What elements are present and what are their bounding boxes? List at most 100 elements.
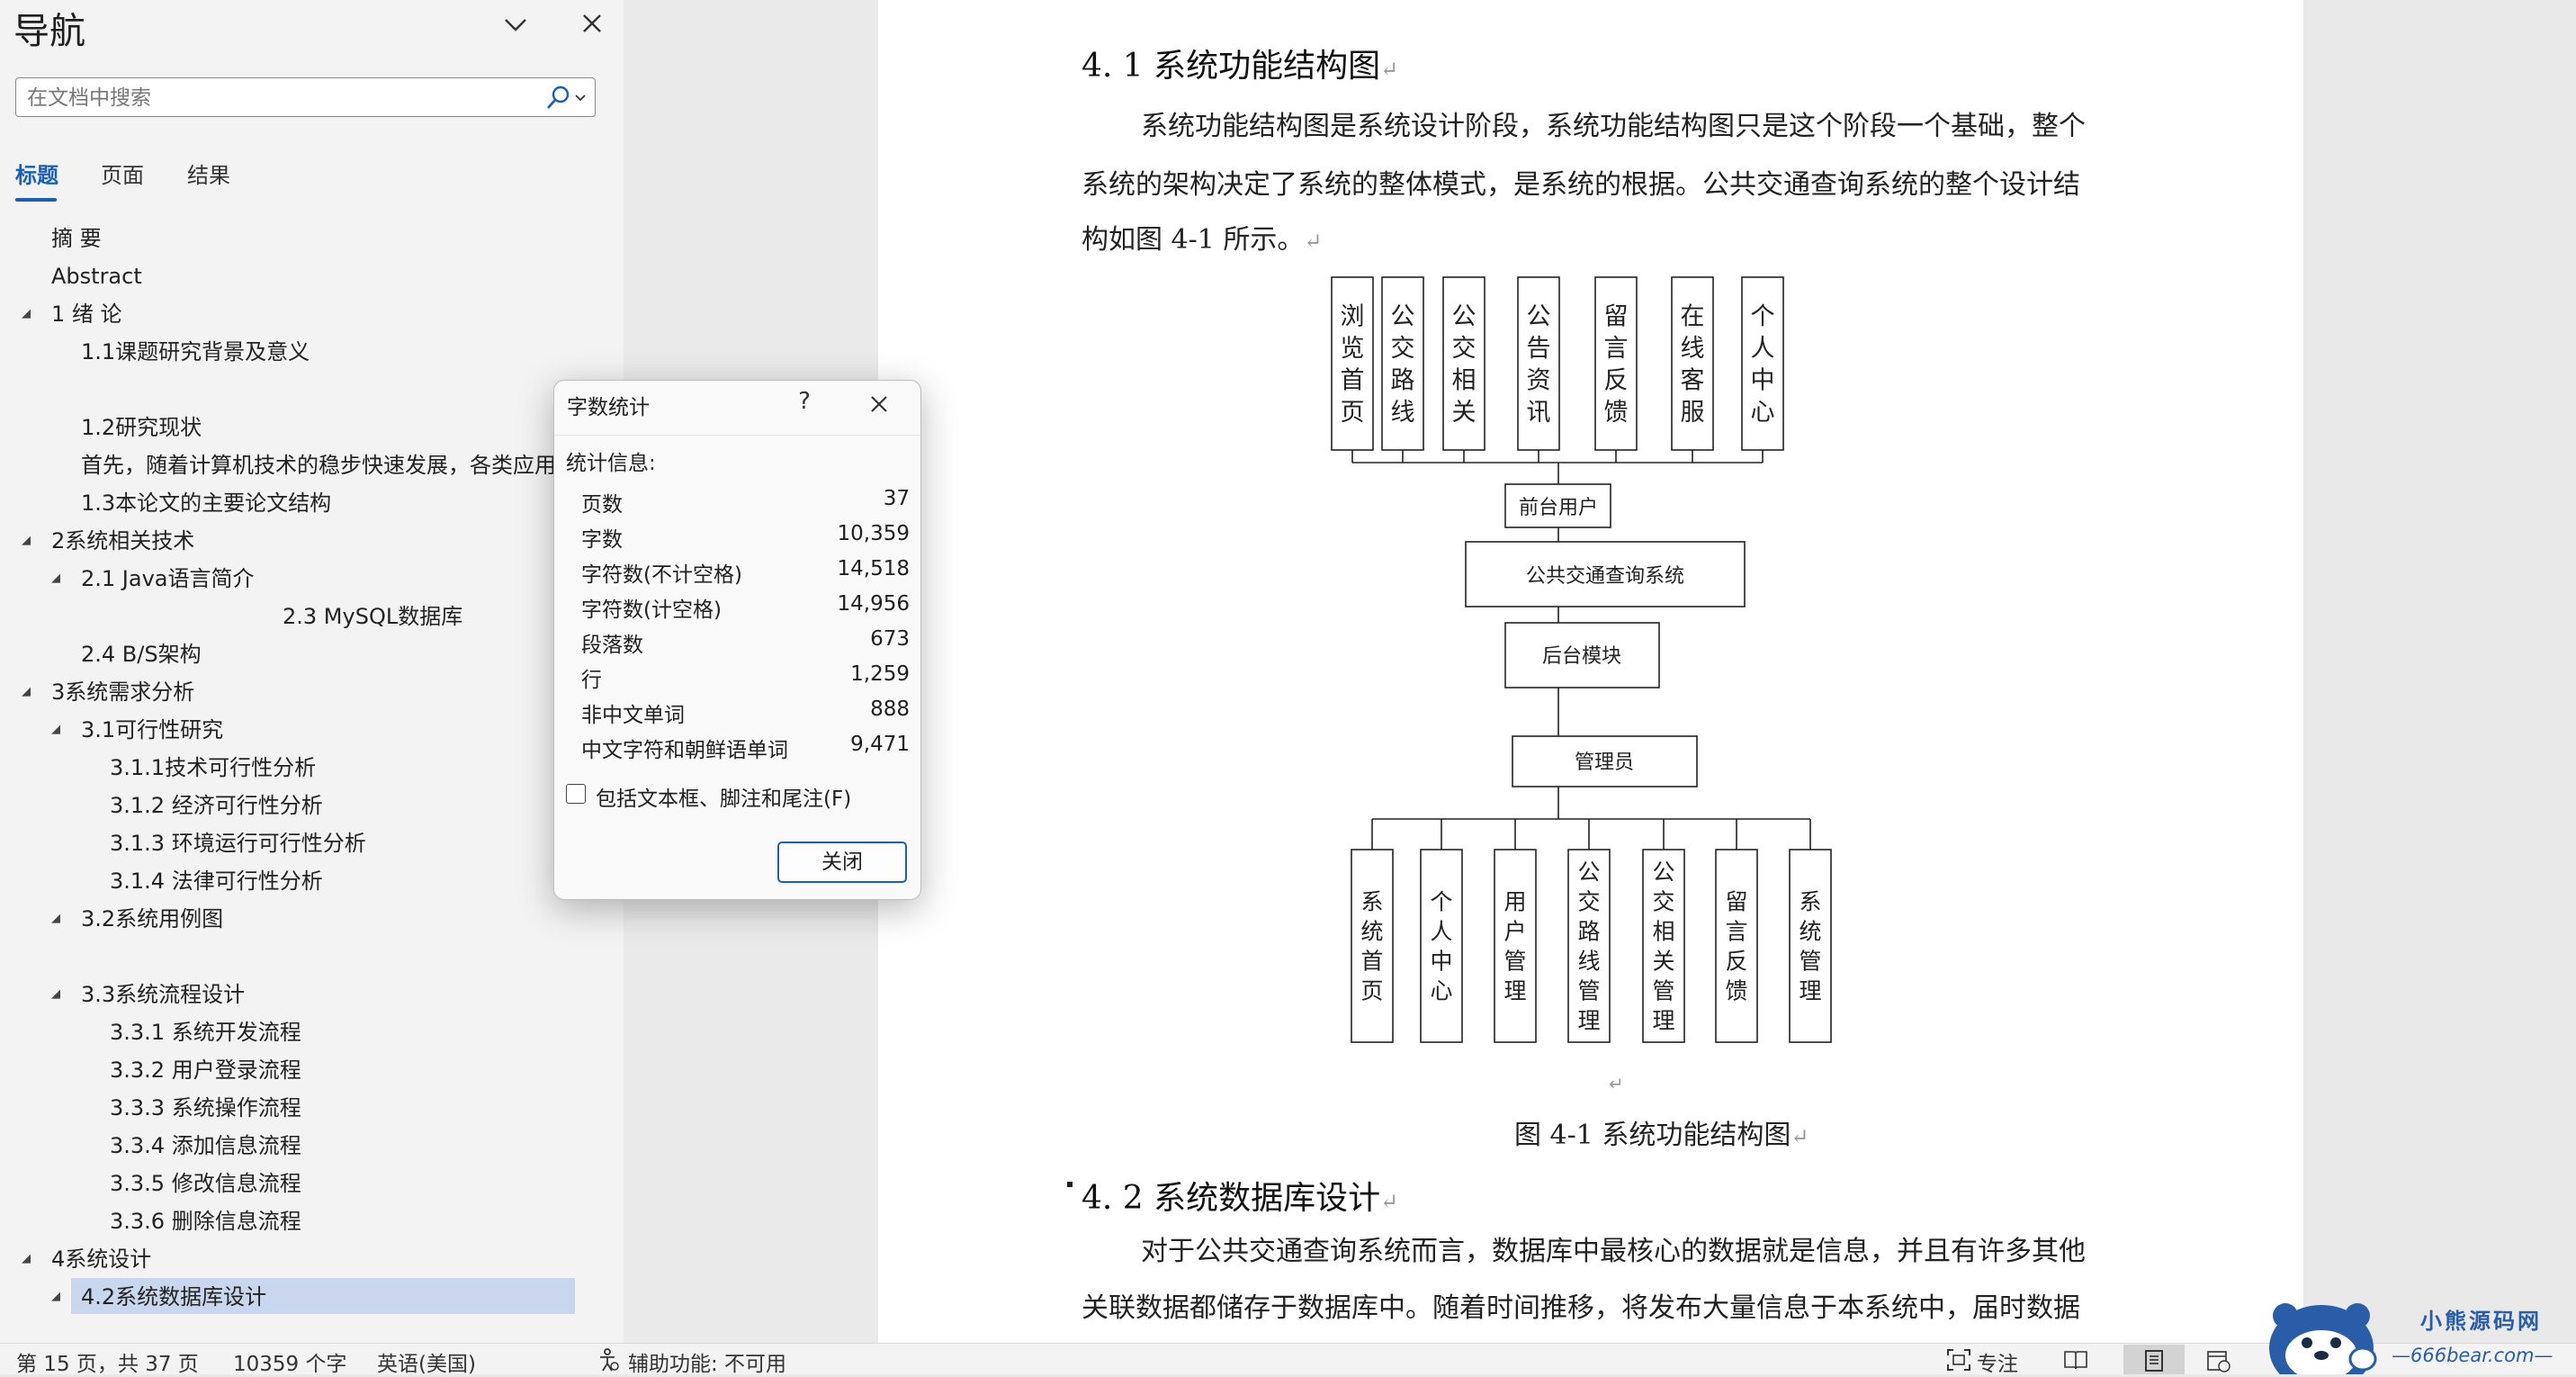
expand-triangle-icon[interactable]: ◢: [51, 1279, 60, 1315]
tree-item[interactable]: 1.1课题研究背景及意义: [81, 334, 310, 370]
stat-value: 888: [870, 698, 910, 721]
word-count-indicator[interactable]: 10359 个字: [233, 1346, 346, 1377]
checkbox-label[interactable]: 包括文本框、脚注和尾注(F): [596, 781, 851, 812]
stat-label: 字符数(计空格): [581, 598, 722, 622]
tree-item[interactable]: 3系统需求分析: [51, 674, 194, 710]
tree-item[interactable]: 3.3.2 用户登录流程: [110, 1052, 301, 1088]
paragraph-mark: ↵: [1791, 1124, 1809, 1149]
expand-triangle-icon[interactable]: ◢: [51, 976, 60, 1012]
paragraph-mark: ↵: [1304, 229, 1323, 254]
function-structure-diagram: 浏览首页 公交路线 公交相关 公告资讯 留言反馈 在线客服 个人中心 前台用户 …: [1331, 276, 1832, 1043]
figure-caption: 图 4-1 系统功能结构图↵: [1514, 1112, 1809, 1152]
site-watermark: 小熊源码网 —666bear.com—: [2266, 1296, 2576, 1374]
tree-item[interactable]: 3.3.1 系统开发流程: [110, 1014, 301, 1050]
web-layout-icon[interactable]: [2206, 1349, 2231, 1372]
help-icon[interactable]: ?: [791, 388, 818, 415]
document-page[interactable]: 4. 1 系统功能结构图↵ 系统功能结构图是系统设计阶段，系统功能结构图只是这个…: [878, 0, 2303, 1343]
close-icon[interactable]: [865, 390, 893, 418]
paragraph-line: 构如图 4-1 所示。↵: [1082, 217, 1323, 256]
tree-item[interactable]: 2.3 MySQL数据库: [283, 598, 462, 634]
tree-item[interactable]: 3.1可行性研究: [81, 712, 223, 748]
tree-item[interactable]: 3.2系统用例图: [81, 901, 223, 937]
tab-results[interactable]: 结果: [187, 158, 230, 189]
read-mode-icon[interactable]: [2062, 1348, 2089, 1372]
print-layout-icon[interactable]: [2142, 1349, 2166, 1372]
status-bar: 第 15 页，共 37 页 10359 个字 英语(美国) 辅助功能: 不可用 …: [0, 1343, 2576, 1377]
expand-triangle-icon[interactable]: ◢: [51, 712, 60, 748]
stat-label: 行: [581, 669, 602, 692]
list-bullet: [1067, 1182, 1073, 1187]
expand-triangle-icon[interactable]: ◢: [22, 296, 31, 332]
paragraph-line: 对于公共交通查询系统而言，数据库中最核心的数据就是信息，并且有许多其他: [1141, 1236, 2086, 1267]
page-indicator[interactable]: 第 15 页，共 37 页: [16, 1346, 199, 1377]
stat-label: 页数: [581, 493, 623, 517]
expand-triangle-icon[interactable]: ◢: [22, 1241, 31, 1277]
section-label: 统计信息:: [566, 452, 656, 475]
watermark-url: —666bear.com—: [2392, 1345, 2554, 1366]
expand-triangle-icon[interactable]: ◢: [51, 561, 60, 597]
tree-item[interactable]: 3.1.4 法律可行性分析: [110, 863, 323, 899]
paragraph-mark: ↵: [1609, 1073, 1624, 1094]
stat-value: 14,518: [837, 557, 910, 580]
tree-item[interactable]: 摘 要: [51, 220, 102, 256]
tree-item[interactable]: 1 绪 论: [51, 296, 122, 332]
tree-item[interactable]: 3.3系统流程设计: [81, 976, 245, 1012]
system-label: 公共交通查询系统: [1526, 565, 1684, 588]
stat-value: 9,471: [850, 733, 910, 756]
stat-label: 字符数(不计空格): [581, 563, 742, 587]
expand-triangle-icon[interactable]: ◢: [22, 674, 31, 710]
stat-value: 37: [883, 487, 910, 510]
stat-value: 673: [870, 627, 910, 651]
tree-item[interactable]: 3.3.3 系统操作流程: [110, 1090, 301, 1126]
tree-item-selected[interactable]: 4.2系统数据库设计: [81, 1279, 266, 1315]
tree-item[interactable]: 1.2研究现状: [81, 410, 202, 446]
tree-item[interactable]: 1.3本论文的主要论文结构: [81, 485, 331, 521]
tab-underline: [15, 198, 57, 202]
tree-item[interactable]: 4系统设计: [51, 1241, 151, 1277]
tree-item[interactable]: Abstract: [51, 258, 142, 294]
tree-item[interactable]: 3.3.5 修改信息流程: [110, 1166, 301, 1202]
tab-pages[interactable]: 页面: [101, 158, 144, 189]
bear-logo: [2269, 1303, 2377, 1374]
front-user-label: 前台用户: [1519, 497, 1598, 519]
caption-text: 图 4-1 系统功能结构图: [1514, 1120, 1791, 1151]
tab-headings[interactable]: 标题: [15, 158, 58, 189]
stat-label: 段落数: [581, 634, 643, 657]
tree-item[interactable]: 3.1.1技术可行性分析: [110, 750, 316, 786]
section-heading: 4. 2 系统数据库设计↵: [1082, 1172, 1398, 1219]
tree-item[interactable]: 2.4 B/S架构: [81, 636, 202, 672]
focus-icon[interactable]: [1946, 1348, 1971, 1372]
focus-label[interactable]: 专注: [1977, 1346, 2018, 1377]
expand-triangle-icon[interactable]: ◢: [22, 523, 31, 559]
tree-item[interactable]: 3.1.3 环境运行可行性分析: [110, 825, 366, 861]
tree-item[interactable]: 3.3.4 添加信息流程: [110, 1128, 301, 1164]
tree-item[interactable]: 2系统相关技术: [51, 523, 194, 559]
search-icon[interactable]: [541, 84, 589, 112]
chevron-down-icon[interactable]: [499, 9, 532, 41]
close-button[interactable]: 关闭: [777, 842, 907, 883]
stat-label: 字数: [581, 528, 623, 552]
paragraph-line: 系统功能结构图是系统设计阶段，系统功能结构图只是这个阶段一个基础，整个: [1141, 111, 2086, 142]
stat-label: 非中文单词: [581, 704, 685, 727]
heading-text: 4. 1 系统功能结构图: [1082, 48, 1381, 85]
paragraph-mark: ↵: [1380, 1189, 1399, 1214]
section-heading: 4. 1 系统功能结构图↵: [1082, 40, 1398, 86]
search-input[interactable]: [25, 84, 533, 112]
nav-title: 导航: [13, 11, 85, 52]
expand-triangle-icon[interactable]: ◢: [51, 901, 60, 937]
workspace-background: [2303, 0, 2576, 1343]
accessibility-icon: [596, 1347, 621, 1372]
tree-item[interactable]: 首先，随着计算机技术的稳步快速发展，各类应用: [81, 447, 553, 483]
tree-item[interactable]: 3.3.6 删除信息流程: [110, 1203, 301, 1239]
paragraph-mark: ↵: [1380, 57, 1399, 82]
paragraph-line: 关联数据都储存于数据库中。随着时间推移，将发布大量信息于本系统中，届时数据: [1082, 1292, 2080, 1324]
language-indicator[interactable]: 英语(美国): [377, 1346, 476, 1377]
include-footnotes-checkbox[interactable]: [566, 784, 586, 804]
tree-item[interactable]: 2.1 Java语言简介: [81, 561, 255, 597]
stat-label: 中文字符和朝鲜语单词: [581, 739, 788, 762]
admin-label: 管理员: [1575, 752, 1634, 774]
accessibility-indicator[interactable]: 辅助功能: 不可用: [628, 1346, 786, 1377]
close-icon[interactable]: [576, 7, 608, 40]
tree-item[interactable]: 3.1.2 经济可行性分析: [110, 788, 323, 824]
paragraph-text: 构如图 4-1 所示。: [1082, 224, 1305, 256]
